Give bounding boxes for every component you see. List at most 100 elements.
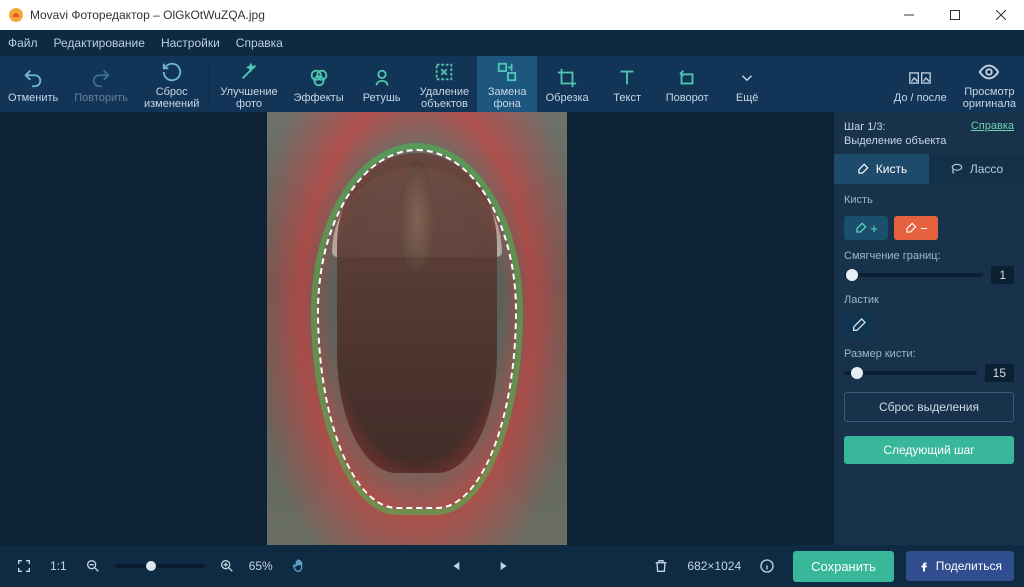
- brush-add-button[interactable]: +: [844, 216, 888, 240]
- text-button[interactable]: Текст: [597, 56, 657, 112]
- before-after-button[interactable]: До / после: [886, 56, 955, 112]
- zoom-out-icon: [85, 558, 101, 574]
- chevron-down-icon: [736, 67, 758, 89]
- lasso-icon: [950, 162, 964, 176]
- reset-selection-button[interactable]: Сброс выделения: [844, 392, 1014, 422]
- help-link[interactable]: Справка: [971, 120, 1014, 132]
- eraser-button[interactable]: [844, 312, 874, 338]
- close-button[interactable]: [978, 0, 1024, 30]
- menu-settings[interactable]: Настройки: [161, 36, 220, 50]
- info-icon: [759, 558, 775, 574]
- crop-button[interactable]: Обрезка: [537, 56, 597, 112]
- softness-value: 1: [991, 266, 1014, 284]
- more-label: Ещё: [736, 92, 759, 104]
- change-background-button[interactable]: Замена фона: [477, 56, 537, 112]
- titlebar: Movavi Фоторедактор – OlGkOtWuZQA.jpg: [0, 0, 1024, 30]
- zoom-value: 65%: [249, 559, 273, 573]
- rotate-label: Поворот: [666, 92, 709, 104]
- save-button[interactable]: Сохранить: [793, 551, 894, 582]
- tab-brush-label: Кисть: [876, 162, 907, 176]
- step-title: Выделение объекта: [844, 134, 946, 148]
- view-original-button[interactable]: Просмотр оригинала: [955, 56, 1024, 112]
- facebook-icon: [918, 560, 930, 572]
- brush-size-slider[interactable]: [844, 371, 977, 375]
- zoom-slider[interactable]: [115, 564, 205, 568]
- main-toolbar: Отменить Повторить Сброс изменений Улучш…: [0, 56, 1024, 112]
- redo-label: Повторить: [74, 92, 128, 104]
- more-button[interactable]: Ещё: [717, 56, 777, 112]
- minimize-button[interactable]: [886, 0, 932, 30]
- brush-plus-icon: [854, 221, 868, 235]
- next-step-button[interactable]: Следующий шаг: [844, 436, 1014, 464]
- hand-tool-button[interactable]: [285, 552, 313, 580]
- trash-icon: [653, 558, 669, 574]
- redo-button[interactable]: Повторить: [66, 56, 136, 112]
- prev-image-button[interactable]: [443, 552, 471, 580]
- canvas[interactable]: [0, 112, 834, 545]
- eraser-label: Ластик: [844, 294, 1014, 306]
- brush-subtract-button[interactable]: −: [894, 216, 938, 240]
- window-title: Movavi Фоторедактор – OlGkOtWuZQA.jpg: [30, 8, 886, 22]
- selection-tool-tabs: Кисть Лассо: [834, 154, 1024, 184]
- app-window: Movavi Фоторедактор – OlGkOtWuZQA.jpg Фа…: [0, 0, 1024, 587]
- zoom-in-button[interactable]: [213, 552, 241, 580]
- bottom-bar: 1:1 65% 682×1024 Сохранить Поделиться: [0, 545, 1024, 587]
- text-icon: [616, 67, 638, 89]
- enhance-icon: [238, 61, 260, 83]
- menubar: Файл Редактирование Настройки Справка: [0, 30, 1024, 56]
- retouch-button[interactable]: Ретушь: [352, 56, 412, 112]
- effects-label: Эффекты: [294, 92, 344, 104]
- toolbar-separator: [209, 64, 210, 104]
- menu-help[interactable]: Справка: [236, 36, 283, 50]
- fit-screen-button[interactable]: [10, 552, 38, 580]
- content-area: Шаг 1/3: Выделение объекта Справка Кисть…: [0, 112, 1024, 545]
- expand-icon: [16, 558, 32, 574]
- menu-edit[interactable]: Редактирование: [54, 36, 145, 50]
- brush-section-label: Кисть: [844, 194, 1014, 206]
- info-button[interactable]: [753, 552, 781, 580]
- rotate-icon: [676, 67, 698, 89]
- menu-file[interactable]: Файл: [8, 36, 38, 50]
- undo-button[interactable]: Отменить: [0, 56, 66, 112]
- reset-label: Сброс изменений: [144, 86, 199, 110]
- effects-button[interactable]: Эффекты: [286, 56, 352, 112]
- eraser-icon: [851, 317, 867, 333]
- photo: [267, 112, 567, 545]
- delete-button[interactable]: [647, 552, 675, 580]
- brush-size-label: Размер кисти:: [844, 348, 1014, 360]
- retouch-icon: [371, 67, 393, 89]
- crop-icon: [556, 67, 578, 89]
- tab-lasso[interactable]: Лассо: [929, 154, 1024, 184]
- triangle-right-icon: [496, 559, 510, 573]
- undo-icon: [22, 67, 44, 89]
- brush-size-value: 15: [985, 364, 1014, 382]
- undo-label: Отменить: [8, 92, 58, 104]
- remove-objects-button[interactable]: Удаление объектов: [412, 56, 478, 112]
- crop-label: Обрезка: [546, 92, 589, 104]
- reset-icon: [161, 61, 183, 83]
- eye-icon: [978, 61, 1000, 83]
- brush-minus-icon: [904, 221, 918, 235]
- original-label: Просмотр оригинала: [963, 86, 1016, 110]
- zoom-in-icon: [219, 558, 235, 574]
- scale-1-1[interactable]: 1:1: [50, 559, 67, 573]
- image-dimensions: 682×1024: [687, 559, 741, 573]
- next-image-button[interactable]: [489, 552, 517, 580]
- tab-lasso-label: Лассо: [970, 162, 1003, 176]
- rotate-button[interactable]: Поворот: [657, 56, 717, 112]
- enhance-button[interactable]: Улучшение фото: [212, 56, 285, 112]
- foreground-selection: [317, 149, 517, 509]
- tab-brush[interactable]: Кисть: [834, 154, 929, 184]
- brush-icon: [856, 162, 870, 176]
- maximize-button[interactable]: [932, 0, 978, 30]
- zoom-out-button[interactable]: [79, 552, 107, 580]
- effects-icon: [308, 67, 330, 89]
- share-button[interactable]: Поделиться: [906, 551, 1014, 581]
- softness-slider[interactable]: [844, 273, 983, 277]
- share-label: Поделиться: [936, 559, 1002, 573]
- reset-changes-button[interactable]: Сброс изменений: [136, 56, 207, 112]
- side-panel: Шаг 1/3: Выделение объекта Справка Кисть…: [834, 112, 1024, 545]
- window-controls: [886, 0, 1024, 30]
- remove-label: Удаление объектов: [420, 86, 470, 110]
- brush-modes: + −: [844, 216, 1014, 240]
